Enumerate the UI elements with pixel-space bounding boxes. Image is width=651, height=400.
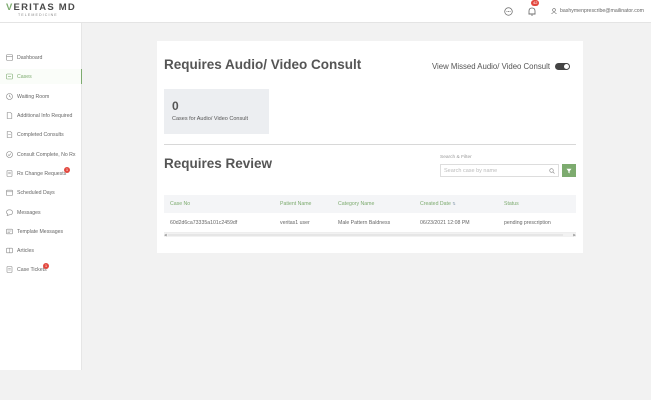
logo-name: ERITAS MD [13, 2, 76, 13]
logo-tagline: TELEMEDICINE [18, 13, 58, 17]
clock-icon [6, 93, 13, 100]
column-header-patient-name[interactable]: Patient Name [274, 201, 332, 207]
column-header-status[interactable]: Status [498, 201, 576, 207]
sidebar-item-case-tickets[interactable]: Case Tickets [0, 262, 82, 277]
filter-button[interactable] [562, 164, 576, 177]
user-icon [551, 8, 557, 14]
review-table: Case No Patient Name Category Name Creat… [164, 195, 576, 237]
missed-consult-toggle-row: View Missed Audio/ Video Consult [432, 62, 570, 71]
articles-icon [6, 247, 13, 254]
consult-stat-card: 0 Cases for Audio/ Video Consult [164, 89, 269, 134]
consult-stat-label: Cases for Audio/ Video Consult [172, 116, 249, 122]
cases-icon [6, 73, 13, 80]
cell-status: pending prescription [504, 219, 551, 226]
cell-created-date: 06/23/2021 12:08 PM [420, 219, 470, 226]
search-filter-label: Search & Filter [440, 155, 472, 160]
consult-title: Requires Audio/ Video Consult [164, 57, 362, 72]
sidebar-item-waiting-room[interactable]: Waiting Room [0, 89, 82, 104]
cell-patient-name: veritas1 user [280, 219, 310, 226]
cell-category-name: Male Pattern Baldness [338, 219, 391, 226]
sidebar-item-label: Waiting Room [17, 93, 50, 100]
sidebar-item-articles[interactable]: Articles [0, 243, 82, 258]
table-row[interactable]: 60d2d6ca73335a101c2459df veritas1 user M… [164, 213, 576, 233]
message-icon [6, 209, 13, 216]
search-input[interactable] [444, 167, 549, 174]
filter-icon [566, 168, 572, 173]
sidebar-item-label: Dashboard [17, 54, 43, 61]
document-icon [6, 112, 13, 119]
sidebar-item-template-messages[interactable]: Template Messages [0, 224, 82, 239]
sidebar-item-label: Consult Complete, No Rx [17, 151, 76, 158]
sidebar-item-dashboard[interactable]: Dashboard [0, 50, 82, 65]
search-icon[interactable] [549, 167, 555, 174]
table-horizontal-scrollbar[interactable]: ◀ ▶ [164, 233, 576, 237]
cases-card: Requires Audio/ Video Consult View Misse… [157, 41, 583, 253]
missed-consult-toggle[interactable] [555, 63, 570, 70]
scroll-left-icon[interactable]: ◀ [164, 233, 167, 237]
calendar-icon [6, 189, 13, 196]
sidebar-item-label: Scheduled Days [17, 189, 55, 196]
scrollbar-thumb[interactable] [168, 234, 563, 236]
sidebar-item-completed-consults[interactable]: Completed Consults [0, 127, 82, 142]
rx-change-requests-badge: 1 [64, 167, 70, 173]
cell-case-no[interactable]: 60d2d6ca73335a101c2459df [164, 220, 274, 226]
sidebar-item-label: Template Messages [17, 228, 64, 235]
consult-icon [6, 151, 13, 158]
template-icon [6, 228, 13, 235]
table-header: Case No Patient Name Category Name Creat… [164, 195, 576, 213]
consult-stat-value: 0 [172, 99, 179, 113]
section-divider [164, 144, 576, 145]
column-header-case-no[interactable]: Case No [164, 201, 274, 207]
sidebar-item-label: Completed Consults [17, 131, 64, 138]
sidebar-item-label: Messages [17, 209, 41, 216]
scroll-right-icon[interactable]: ▶ [573, 233, 576, 237]
sidebar-item-label: Additional Info Required [17, 112, 73, 119]
sidebar-item-additional-info[interactable]: Additional Info Required [0, 108, 82, 123]
notification-bell-icon[interactable]: 42 [527, 0, 540, 16]
review-title: Requires Review [164, 156, 273, 171]
sidebar-item-consult-complete-no-rx[interactable]: Consult Complete, No Rx [0, 147, 82, 162]
column-header-category-name[interactable]: Category Name [332, 201, 414, 207]
sidebar-item-label: Rx Change Requests [17, 170, 67, 177]
document-icon [6, 131, 13, 138]
column-header-label: Created Date [420, 201, 451, 207]
user-menu[interactable]: bashymenprescribe@mailinator.com [551, 8, 644, 14]
veritas-logo[interactable]: VERITAS MD TELEMEDICINE [6, 3, 76, 18]
case-tickets-badge: 1 [43, 263, 49, 269]
sidebar-item-scheduled-days[interactable]: Scheduled Days [0, 185, 82, 200]
sidebar: Dashboard Cases Waiting Room Additional … [0, 23, 82, 370]
dashboard-icon [6, 54, 13, 61]
sidebar-item-label: Case Tickets [17, 266, 47, 273]
column-header-created-date[interactable]: Created Date ⇅ [414, 201, 498, 207]
sort-icon[interactable]: ⇅ [452, 201, 455, 206]
ticket-icon [6, 266, 13, 273]
sidebar-item-cases[interactable]: Cases [0, 69, 82, 84]
sidebar-item-label: Cases [17, 73, 32, 80]
sidebar-item-messages[interactable]: Messages [0, 205, 82, 220]
notification-count-badge: 42 [531, 0, 540, 6]
top-bar: VERITAS MD TELEMEDICINE 42 bashymenpresc… [0, 0, 651, 23]
missed-consult-label: View Missed Audio/ Video Consult [431, 62, 550, 71]
search-box [440, 164, 559, 177]
user-email: bashymenprescribe@mailinator.com [560, 8, 644, 14]
chat-icon[interactable] [503, 6, 513, 16]
sidebar-item-label: Articles [17, 247, 35, 254]
logo-initial: V [6, 2, 14, 13]
rx-icon [6, 170, 13, 177]
